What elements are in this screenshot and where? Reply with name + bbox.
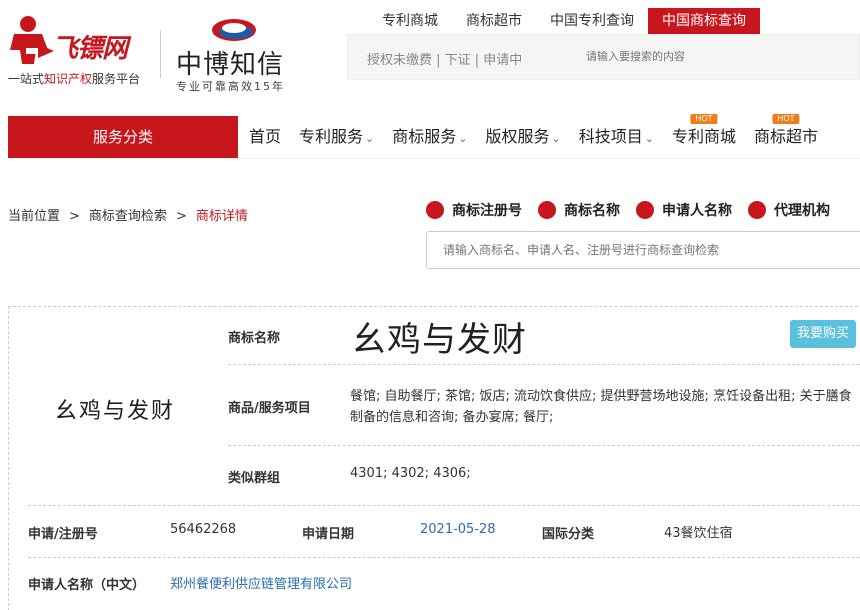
reg-no-value: 56462268: [170, 522, 237, 537]
feibiao-logo[interactable]: 飞镖网 一站式知识产权服务平台: [8, 14, 153, 86]
nav-divider: [8, 158, 860, 159]
brand1-name: 飞镖网: [52, 34, 128, 64]
search-type-name[interactable]: 商标名称: [538, 200, 620, 220]
date-label: 申请日期: [302, 527, 355, 542]
radio-dot-icon: [426, 201, 444, 219]
main-nav: 首页 专利服务 ⌄ 商标服务 ⌄ 版权服务 ⌄ 科技项目 ⌄ HOT 专利商城 HOT 商标…: [240, 114, 827, 158]
dart-person-icon: [10, 16, 54, 64]
category-button[interactable]: 服务分类: [8, 116, 238, 158]
nav-trademark-service[interactable]: 商标服务 ⌄: [383, 116, 476, 158]
radio-dot-icon: [538, 201, 556, 219]
divider: [28, 557, 860, 558]
breadcrumb: 当前位置 > 商标查询检索 > 商标详情: [8, 209, 248, 224]
top-link-trademark-market[interactable]: 商标超市: [452, 8, 536, 34]
hot-badge: HOT: [690, 114, 718, 124]
nav-home[interactable]: 首页: [240, 116, 290, 158]
trademark-image: 幺鸡与发财: [55, 399, 176, 424]
nav-copyright-service[interactable]: 版权服务 ⌄: [476, 116, 569, 158]
search-type-applicant[interactable]: 申请人名称: [636, 200, 732, 220]
zhongbo-logo[interactable]: 中博知信 专业可靠高效15年: [172, 14, 302, 93]
breadcrumb-current: 商标详情: [195, 209, 248, 224]
breadcrumb-item[interactable]: 商标查询检索: [89, 209, 167, 224]
nav-patent-service[interactable]: 专利服务 ⌄: [290, 116, 383, 158]
top-search-input[interactable]: [586, 50, 846, 63]
breadcrumb-item: 当前位置: [8, 209, 61, 224]
brand1-slogan: 一站式知识产权服务平台: [8, 72, 141, 86]
class-label: 国际分类: [542, 527, 595, 542]
top-link-patent-search[interactable]: 中国专利查询: [536, 8, 648, 34]
buy-button[interactable]: 我要购买: [790, 320, 856, 348]
hot-badge: HOT: [772, 114, 800, 124]
top-search-bar: 授权未缴费 | 下证 | 申请中: [347, 34, 860, 80]
date-value: 2021-05-28: [420, 522, 496, 537]
logo-divider: [160, 30, 161, 78]
goods-value: 餐馆; 自助餐厅; 茶馆; 饭店; 流动饮食供应; 提供野营场地设施; 烹饪设备…: [350, 389, 852, 425]
trademark-name: 幺鸡与发财: [352, 320, 527, 360]
class-value: 43餐饮住宿: [664, 526, 733, 541]
search-type-reg-no[interactable]: 商标注册号: [426, 200, 522, 220]
chevron-down-icon: ⌄: [551, 132, 561, 145]
name-label: 商标名称: [228, 331, 281, 346]
applicant-label: 申请人名称（中文）: [28, 578, 146, 593]
zhongbo-emblem-icon: [212, 19, 256, 41]
chevron-down-icon: ⌄: [365, 132, 375, 145]
reg-no-label: 申请/注册号: [28, 527, 98, 542]
group-value: 4301; 4302; 4306;: [350, 466, 471, 481]
radio-dot-icon: [636, 201, 654, 219]
divider: [28, 505, 860, 506]
nav-tech-project[interactable]: 科技项目 ⌄: [570, 116, 663, 158]
chevron-down-icon: ⌄: [644, 132, 654, 145]
trademark-search-input[interactable]: [426, 231, 860, 269]
divider: [228, 364, 860, 365]
divider: [228, 445, 860, 446]
nav-patent-mall[interactable]: HOT 专利商城: [663, 114, 745, 158]
status-links[interactable]: 授权未缴费 | 下证 | 申请中: [367, 49, 522, 68]
radio-dot-icon: [748, 201, 766, 219]
chevron-down-icon: ⌄: [458, 132, 468, 145]
goods-label: 商品/服务项目: [228, 401, 311, 416]
top-link-patent-mall[interactable]: 专利商城: [368, 8, 452, 34]
search-type-selector: 商标注册号 商标名称 申请人名称 代理机构: [426, 200, 846, 220]
nav-trademark-market[interactable]: HOT 商标超市: [745, 114, 827, 158]
applicant-link[interactable]: 郑州餐便利供应链管理有限公司: [170, 573, 352, 592]
top-link-trademark-search[interactable]: 中国商标查询: [648, 8, 760, 34]
top-links: 专利商城 商标超市 中国专利查询 中国商标查询: [368, 8, 760, 34]
search-type-agency[interactable]: 代理机构: [748, 200, 830, 220]
brand2-slogan: 专业可靠高效15年: [176, 80, 285, 93]
group-label: 类似群组: [228, 471, 281, 486]
brand2-name: 中博知信: [176, 50, 285, 80]
